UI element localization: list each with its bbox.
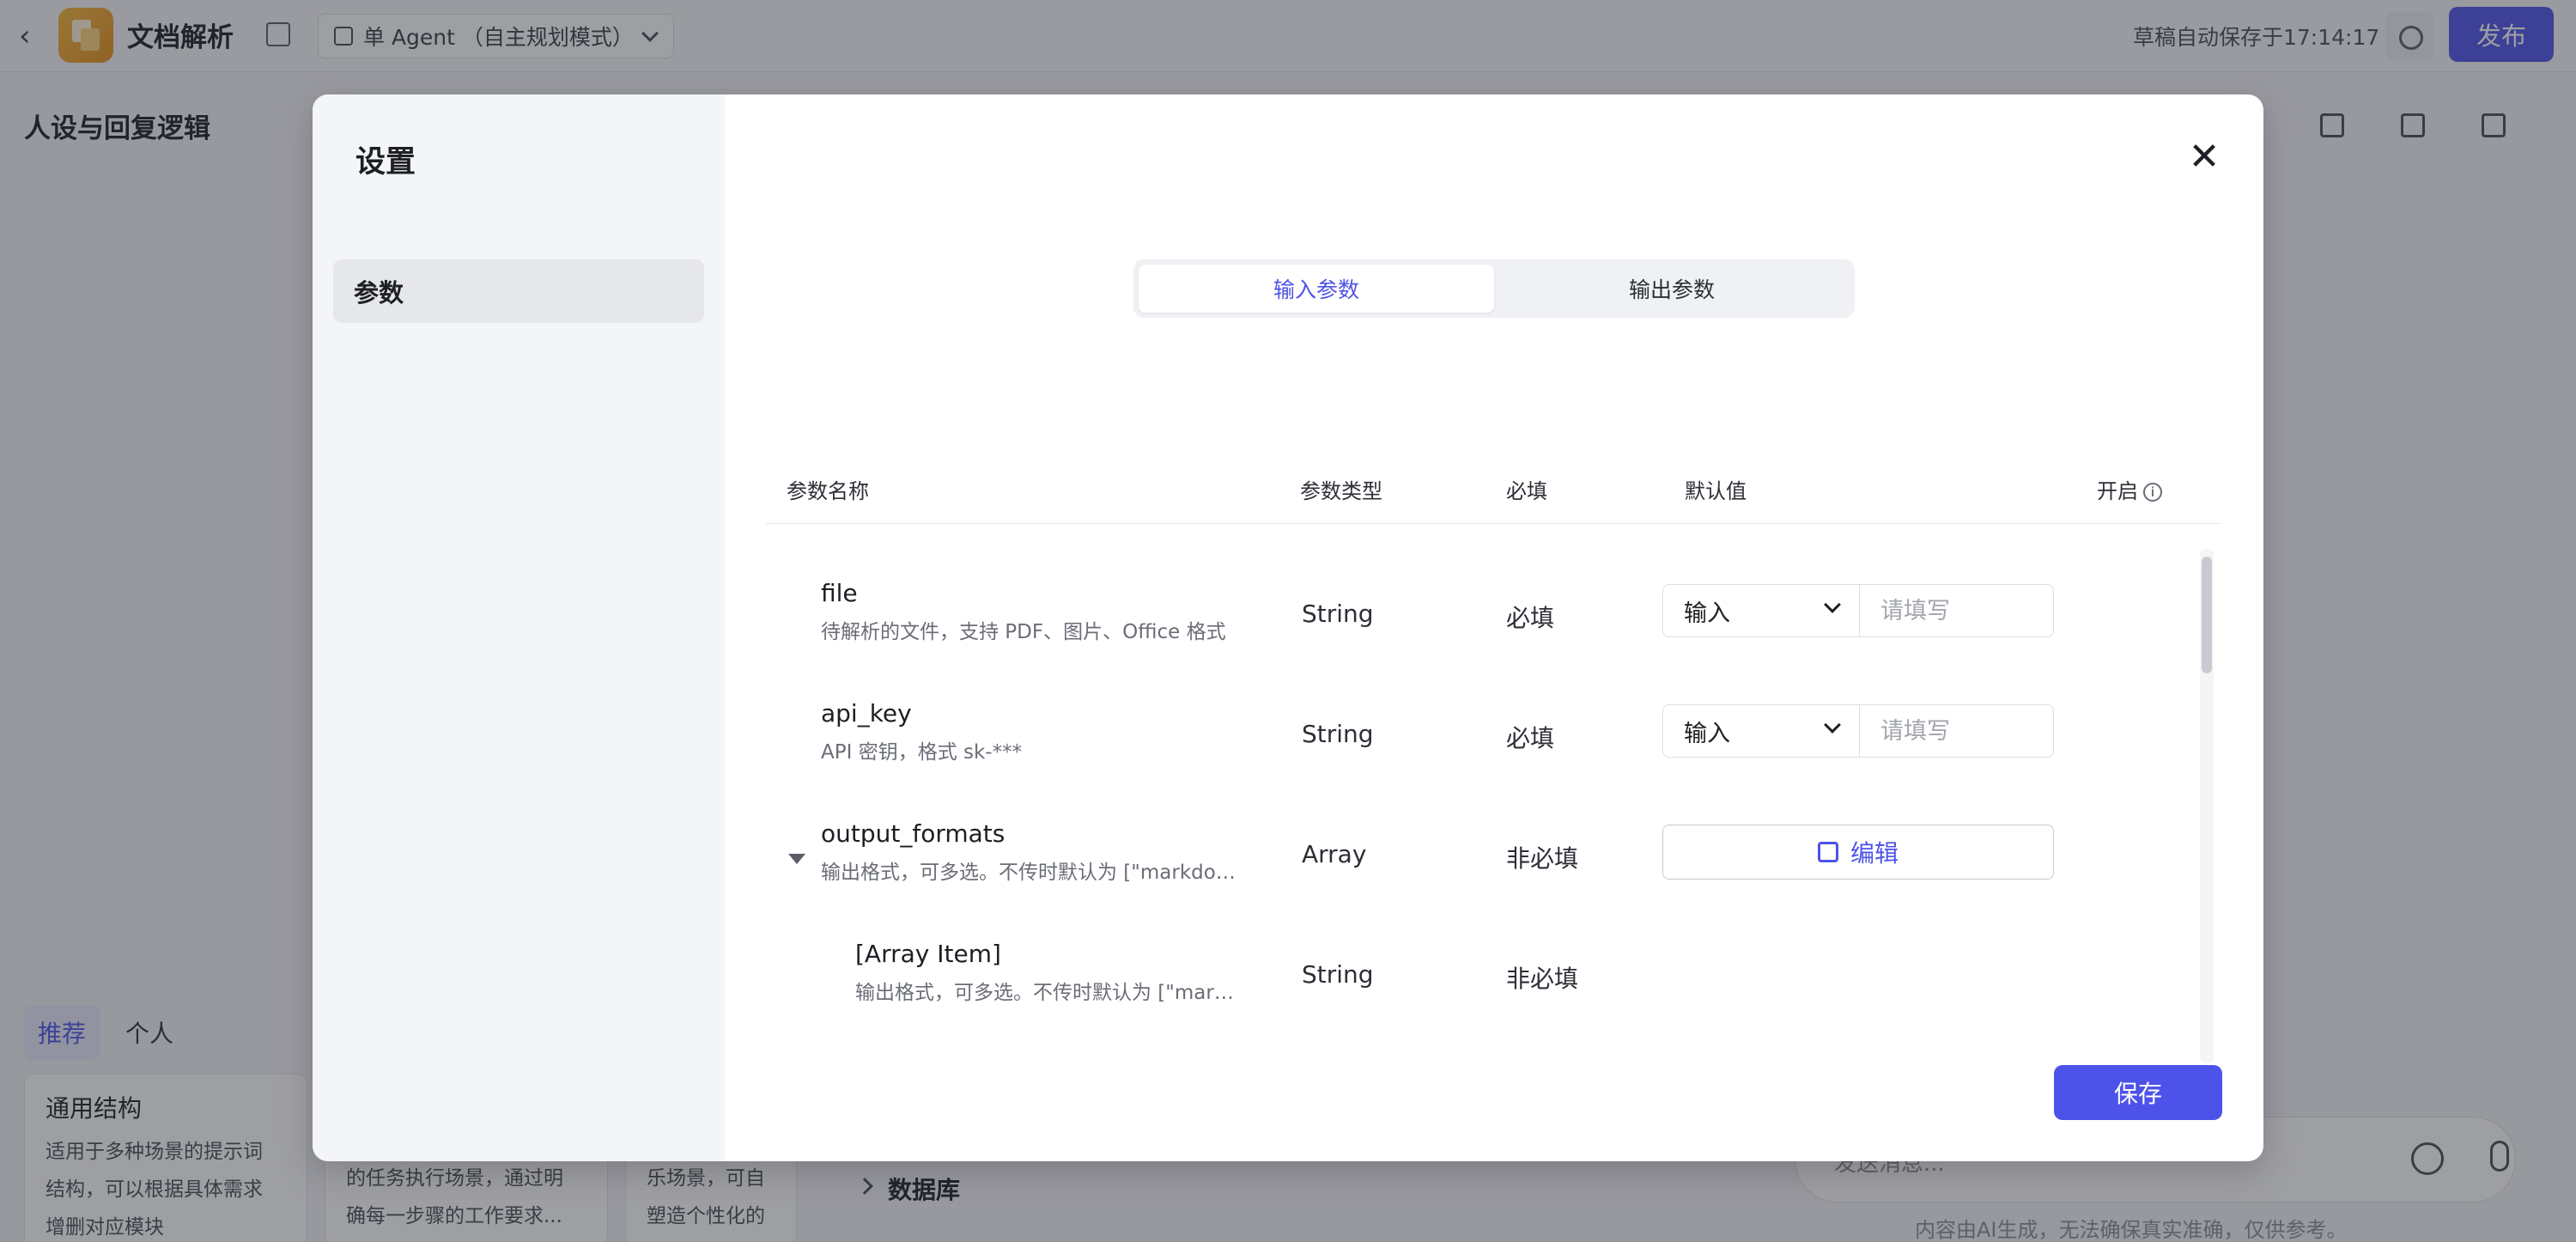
edit-label: 编辑 (1850, 839, 1899, 868)
chevron-down-icon (1824, 716, 1841, 734)
params-table-body: file 待解析的文件，支持 PDF、图片、Office 格式 String 必… (766, 541, 2208, 1065)
close-icon[interactable]: ✕ (2183, 136, 2226, 179)
settings-sidebar: 设置 参数 (313, 94, 725, 1161)
info-icon[interactable]: i (2143, 483, 2162, 502)
edit-icon (1817, 842, 1838, 862)
save-button[interactable]: 保存 (2054, 1065, 2222, 1120)
param-name: output_formats (821, 819, 1005, 848)
edit-default-button[interactable]: 编辑 (1662, 825, 2054, 880)
param-desc: 输出格式，可多选。不传时默认为 ["markdown"] (855, 982, 1242, 1004)
chevron-down-icon (1824, 596, 1841, 613)
table-header: 参数名称 参数类型 必填 默认值 (766, 455, 2221, 524)
modal-title: 设置 (355, 145, 416, 180)
tab-output-params[interactable]: 输出参数 (1494, 265, 1850, 313)
param-desc: 输出格式，可多选。不传时默认为 ["markdown"] (821, 861, 1242, 884)
default-source-select[interactable]: 输入 (1662, 584, 1860, 637)
table-row: [Array Item] 输出格式，可多选。不传时默认为 ["markdown"… (766, 919, 2208, 1039)
column-header-default: 默认值 (1685, 479, 1747, 503)
param-type: String (1302, 600, 1374, 628)
table-row: file 待解析的文件，支持 PDF、图片、Office 格式 String 必… (766, 558, 2208, 679)
default-value-input[interactable] (1860, 584, 2054, 637)
tab-input-params[interactable]: 输入参数 (1139, 265, 1494, 313)
default-value-input[interactable] (1860, 704, 2054, 758)
param-desc: 待解析的文件，支持 PDF、图片、Office 格式 (821, 621, 1226, 643)
settings-modal: 设置 参数 ✕ 输入参数 输出参数 参数名称 参数类型 必填 默认值 开启 i f… (313, 94, 2263, 1161)
param-name: [Array Item] (855, 940, 1001, 968)
param-type-switch: 输入参数 输出参数 (1133, 259, 1855, 318)
param-required: 非必填 (1506, 844, 1579, 873)
param-required: 非必填 (1506, 965, 1579, 993)
default-source-value: 输入 (1684, 720, 1730, 747)
sidebar-item-params[interactable]: 参数 (333, 259, 704, 323)
param-name: file (821, 579, 858, 607)
param-desc: API 密钥，格式 sk-*** (821, 741, 1023, 764)
table-row: api_key API 密钥，格式 sk-*** String 必填 输入 (766, 679, 2208, 799)
table-row: output_formats 输出格式，可多选。不传时默认为 ["markdow… (766, 799, 2208, 919)
param-type: String (1302, 720, 1374, 748)
param-type: Array (1302, 840, 1367, 868)
column-header-name: 参数名称 (787, 479, 869, 503)
default-source-value: 输入 (1684, 600, 1730, 627)
column-header-enabled-label: 开启 (2097, 479, 2138, 503)
param-required: 必填 (1506, 604, 1555, 632)
enabled-header: 开启 i (2097, 474, 2162, 504)
collapse-triangle-icon[interactable] (788, 854, 805, 864)
param-type: String (1302, 960, 1374, 989)
param-name: api_key (821, 699, 912, 728)
scrollbar-thumb[interactable] (2202, 557, 2212, 673)
column-header-type: 参数类型 (1300, 479, 1382, 503)
column-header-required: 必填 (1506, 479, 1547, 503)
default-source-select[interactable]: 输入 (1662, 704, 1860, 758)
param-required: 必填 (1506, 724, 1555, 752)
